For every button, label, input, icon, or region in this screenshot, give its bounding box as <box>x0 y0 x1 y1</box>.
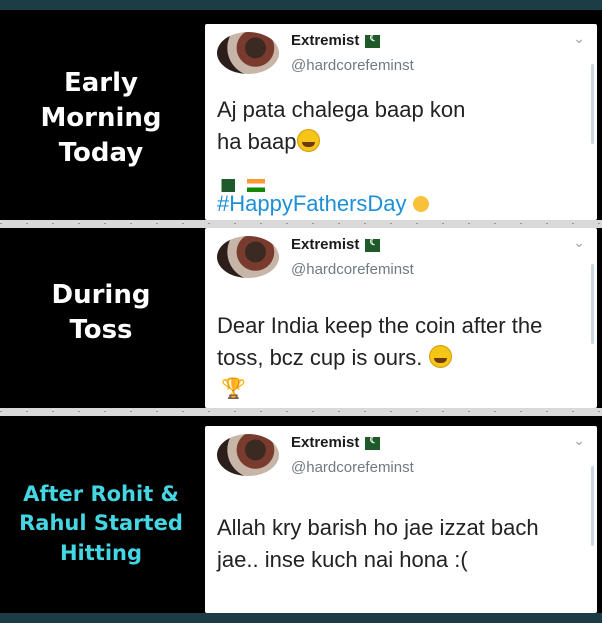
meme-panel-during-toss: During Toss Extremist @hardcorefeminst ⌄… <box>0 228 602 408</box>
avatar[interactable] <box>217 434 279 476</box>
tweet-text: Allah kry barish ho jae izzat bach jae..… <box>217 515 539 572</box>
panel-divider <box>0 408 602 416</box>
tweet-card[interactable]: Extremist @hardcorefeminst ⌄ Allah kry b… <box>205 426 597 613</box>
avatar[interactable] <box>217 236 279 278</box>
chevron-down-icon[interactable]: ⌄ <box>573 234 585 251</box>
chevron-down-icon[interactable]: ⌄ <box>573 30 585 47</box>
flag-emojis <box>217 176 277 192</box>
tweet-handle[interactable]: @hardcorefeminst <box>291 261 414 278</box>
tweet-card[interactable]: Extremist @hardcorefeminst ⌄ Aj pata cha… <box>205 24 597 220</box>
trophy-icon: 🏆 <box>221 378 246 400</box>
scrollbar[interactable] <box>591 64 594 144</box>
meme-panel-after-hitting: After Rohit & Rahul Started Hitting Extr… <box>0 416 602 613</box>
india-flag-icon <box>247 178 265 192</box>
pakistan-flag-icon <box>365 33 381 48</box>
tweet-author-name[interactable]: Extremist <box>291 434 381 451</box>
panel-divider <box>0 220 602 228</box>
tweet-author-name[interactable]: Extremist <box>291 32 381 49</box>
pakistan-flag-icon <box>217 178 235 192</box>
tweet-handle[interactable]: @hardcorefeminst <box>291 57 414 74</box>
hashtag-link[interactable]: #HappyFathersDay <box>217 191 429 217</box>
pakistan-flag-icon <box>365 435 381 450</box>
tweet-handle[interactable]: @hardcorefeminst <box>291 459 414 476</box>
tweet-text: Dear India keep the coin after the toss,… <box>217 313 543 370</box>
bottom-frame-bar <box>0 613 602 623</box>
caption-early-morning: Early Morning Today <box>40 68 162 169</box>
meme-panel-early-morning: Early Morning Today Extremist @hardcoref… <box>0 10 602 220</box>
caption-after-hitting: After Rohit & Rahul Started Hitting <box>19 482 183 565</box>
scrollbar[interactable] <box>591 264 594 344</box>
top-frame-bar <box>0 0 602 10</box>
grinning-face-icon <box>296 128 320 152</box>
pakistan-flag-icon <box>365 237 381 252</box>
caption-during-toss: During Toss <box>51 280 151 346</box>
tweet-card[interactable]: Extremist @hardcorefeminst ⌄ Dear India … <box>205 228 597 408</box>
tweet-text: Aj pata chalega baap kon ha baap <box>217 97 466 154</box>
tweet-author-name[interactable]: Extremist <box>291 236 381 253</box>
laughing-face-icon <box>428 344 452 368</box>
bouquet-icon <box>412 196 429 212</box>
chevron-down-icon[interactable]: ⌄ <box>573 432 585 449</box>
avatar[interactable] <box>217 32 279 74</box>
scrollbar[interactable] <box>591 466 594 546</box>
